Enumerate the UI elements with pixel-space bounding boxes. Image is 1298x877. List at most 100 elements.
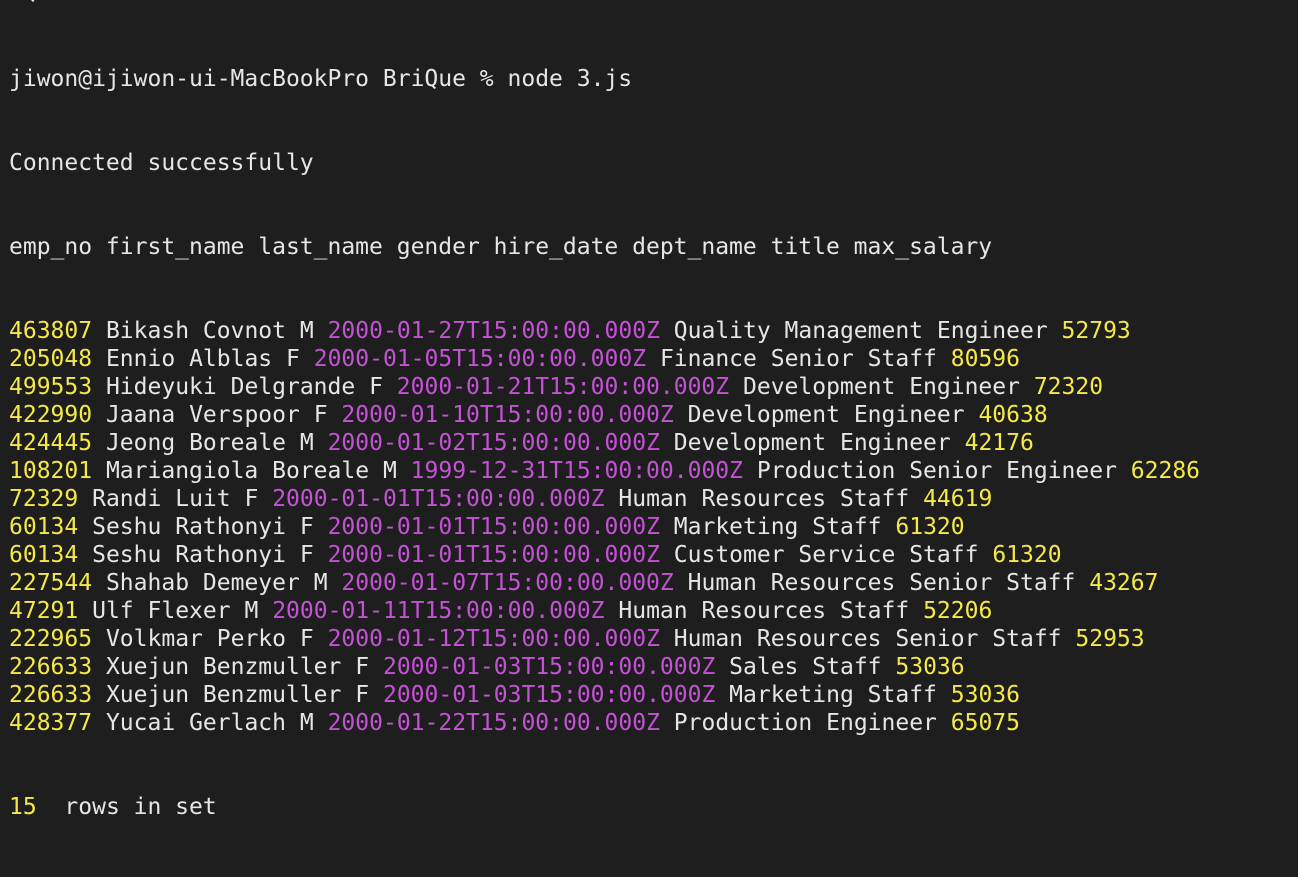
first-name: Seshu [92,542,162,568]
table-row: 108201 Mariangiola Boreale M 1999-12-31T… [9,457,1200,485]
terminal-window[interactable]: ~Q jiwon@ijiwon-ui-MacBookPro BriQue % n… [0,0,1298,820]
scrolled-off-line: ~Q [9,0,37,6]
dept-name: Human Resources [687,570,896,596]
last-name: Benzmuller [202,654,342,680]
emp-no: 205048 [9,346,93,372]
first-name: Ulf [92,598,134,624]
table-row: 47291 Ulf Flexer M 2000-01-11T15:00:00.0… [9,597,1200,625]
title: Senior Staff [895,626,1062,652]
hire-date: 2000-01-21T15:00:00.000Z [396,374,730,400]
gender: F [299,626,314,652]
dept-name: Development [743,374,896,400]
emp-no: 499553 [9,374,93,400]
emp-no: 428377 [9,710,93,736]
hire-date: 2000-01-01T15:00:00.000Z [327,542,660,568]
hire-date: 2000-01-05T15:00:00.000Z [313,346,647,372]
last-name: Benzmuller [202,682,342,708]
dept-name: Human Resources [618,598,827,624]
first-name: Jeong [105,430,176,456]
max-salary: 52953 [1075,626,1145,652]
title: Senior Engineer [909,458,1117,484]
last-name: Luit [175,486,231,512]
first-name: Ennio [105,346,176,372]
table-row: 424445 Jeong Boreale M 2000-01-02T15:00:… [9,429,1200,457]
title: Staff [909,542,979,568]
emp-no: 72329 [9,486,79,512]
max-salary: 72320 [1033,374,1104,400]
max-salary: 52793 [1061,318,1131,344]
last-name: Covnot [202,318,286,344]
gender: F [299,514,314,540]
table-row: 463807 Bikash Covnot M 2000-01-27T15:00:… [9,317,1200,345]
last-name: Verspoor [189,402,300,428]
max-salary: 65075 [950,710,1021,736]
result-rows: 463807 Bikash Covnot M 2000-01-27T15:00:… [9,317,1200,737]
row-count-footer: 15 rows in set [9,793,1200,821]
first-name: Xuejun [105,682,190,708]
last-name: Perko [216,626,286,652]
dept-name: Development [687,402,840,428]
gender: F [286,346,300,372]
table-row: 227544 Shahab Demeyer M 2000-01-07T15:00… [9,569,1200,597]
dept-name: Development [673,430,827,456]
first-name: Jaana [105,402,176,428]
table-row: 226633 Xuejun Benzmuller F 2000-01-03T15… [9,653,1200,681]
last-name: Flexer [147,598,231,624]
hire-date: 2000-01-27T15:00:00.000Z [327,318,660,344]
table-row: 60134 Seshu Rathonyi F 2000-01-01T15:00:… [9,513,1200,541]
table-row: 428377 Yucai Gerlach M 2000-01-22T15:00:… [9,709,1200,737]
first-name: Shahab [105,570,190,596]
dept-name: Customer Service [673,542,896,568]
last-name: Gerlach [189,710,286,736]
hire-date: 2000-01-01T15:00:00.000Z [327,514,660,540]
gender: F [313,402,328,428]
command-prompt: jiwon@ijiwon-ui-MacBookPro BriQue % node… [9,66,633,92]
gender: M [299,430,314,456]
last-name: Alblas [189,346,273,372]
dept-name: Human Resources [618,486,827,512]
title: Staff [839,598,910,624]
hire-date: 2000-01-03T15:00:00.000Z [382,654,716,680]
max-salary: 52206 [923,598,993,624]
last-name: Rathonyi [175,514,286,540]
last-name: Boreale [272,458,370,484]
dept-name: Production [756,458,896,484]
emp-no: 108201 [9,458,93,484]
gender: M [382,458,397,484]
max-salary: 61320 [895,514,965,540]
table-row: 499553 Hideyuki Delgrande F 2000-01-21T1… [9,373,1200,401]
title: Engineer [853,402,965,428]
gender: F [369,374,383,400]
max-salary: 53036 [950,682,1021,708]
gender: F [299,542,314,568]
title: Staff [812,654,882,680]
dept-name: Finance [659,346,757,372]
emp-no: 227544 [9,570,93,596]
first-name: Hideyuki [105,374,217,400]
title: Senior Staff [909,570,1076,596]
emp-no: 47291 [9,598,79,624]
gender: M [313,570,328,596]
gender: M [299,710,314,736]
hire-date: 2000-01-03T15:00:00.000Z [382,682,716,708]
title: Engineer [826,710,937,736]
max-salary: 44619 [923,486,993,512]
emp-no: 422990 [9,402,93,428]
dept-name: Marketing [673,514,799,540]
last-name: Demeyer [202,570,300,596]
hire-date: 2000-01-11T15:00:00.000Z [272,598,605,624]
first-name: Bikash [105,318,190,344]
max-salary: 61320 [992,542,1062,568]
hire-date: 2000-01-10T15:00:00.000Z [341,402,674,428]
gender: F [355,682,370,708]
hire-date: 2000-01-22T15:00:00.000Z [327,710,660,736]
hire-date: 2000-01-07T15:00:00.000Z [341,570,674,596]
gender: F [355,654,370,680]
title: Engineer [936,318,1048,344]
first-name: Volkmar [105,626,203,652]
max-salary: 80596 [950,346,1021,372]
last-name: Rathonyi [175,542,286,568]
first-name: Seshu [92,514,162,540]
emp-no: 60134 [9,514,79,540]
hire-date: 2000-01-01T15:00:00.000Z [272,486,605,512]
